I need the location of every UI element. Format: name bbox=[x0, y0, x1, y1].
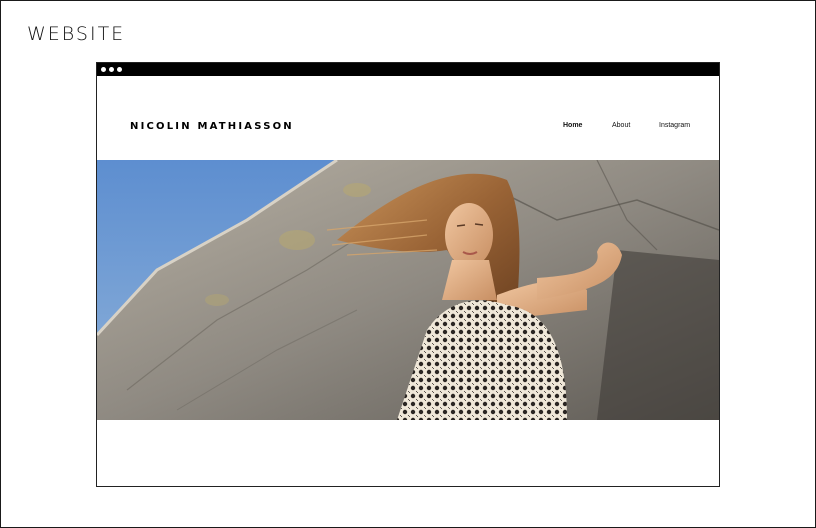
site-header: NICOLIN MATHIASSON Home About Instagram bbox=[97, 76, 719, 160]
presentation-canvas: WEBSITE NICOLIN MATHIASSON Home About In… bbox=[0, 0, 816, 528]
window-dot-icon bbox=[117, 67, 122, 72]
section-title: WEBSITE bbox=[27, 23, 126, 45]
hero-photo bbox=[97, 160, 719, 420]
nav-home-link[interactable]: Home bbox=[563, 122, 582, 129]
hero-image bbox=[97, 160, 719, 420]
window-dot-icon bbox=[101, 67, 106, 72]
browser-window: NICOLIN MATHIASSON Home About Instagram bbox=[96, 62, 720, 487]
browser-title-bar bbox=[97, 63, 719, 76]
site-nav: Home About Instagram bbox=[97, 122, 719, 134]
nav-about-link[interactable]: About bbox=[612, 122, 630, 129]
page-footer-blank bbox=[97, 420, 719, 486]
window-dot-icon bbox=[109, 67, 114, 72]
nav-instagram-link[interactable]: Instagram bbox=[659, 122, 690, 129]
